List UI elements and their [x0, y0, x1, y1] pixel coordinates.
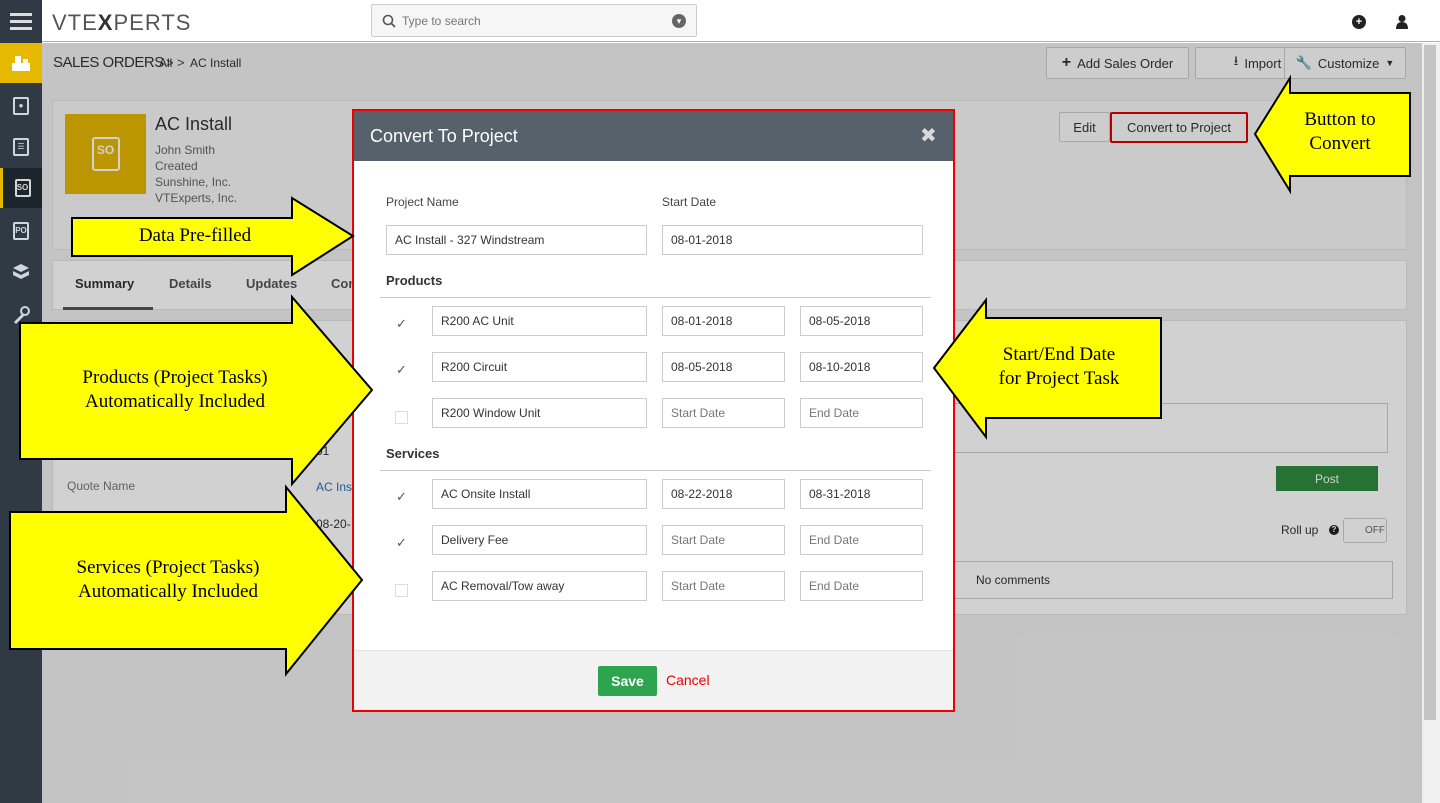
annotation-services-line1: Services (Project Tasks)	[76, 557, 260, 578]
annotation-dates-line1: Start/End Date	[1002, 344, 1116, 365]
annotation-products-line1: Products (Project Tasks)	[82, 367, 268, 388]
annotation-data-prefilled: Data Pre-filled	[138, 225, 252, 246]
annotation-dates-line2: for Project Task	[998, 368, 1120, 389]
annotation-button-to-convert-line2: Convert	[1309, 133, 1371, 154]
annotation-products-line2: Automatically Included	[85, 391, 265, 412]
annotation-button-to-convert-line1: Button to	[1304, 109, 1376, 130]
annotation-services-line2: Automatically Included	[78, 581, 258, 602]
